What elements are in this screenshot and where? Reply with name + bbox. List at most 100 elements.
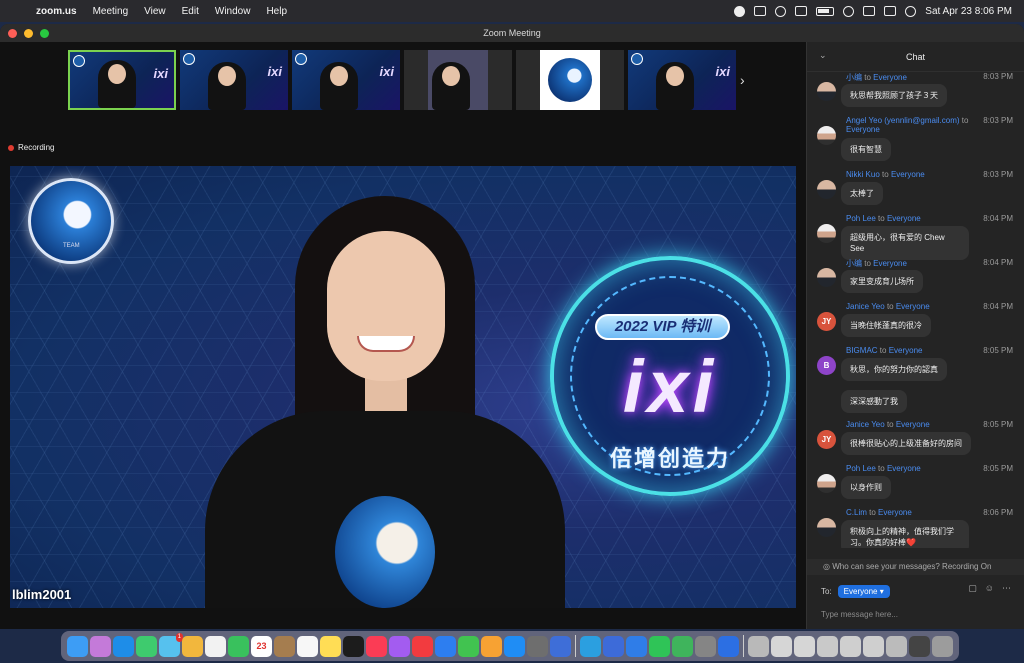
avatar[interactable] xyxy=(817,126,836,145)
dock-app-icon[interactable] xyxy=(626,635,647,657)
dock-app-icon[interactable] xyxy=(228,635,249,657)
menu-edit[interactable]: Edit xyxy=(174,6,207,17)
dock-app-icon[interactable] xyxy=(412,635,433,657)
dock-app-icon[interactable] xyxy=(205,635,226,657)
menu-view[interactable]: View xyxy=(136,6,174,17)
siri-icon[interactable] xyxy=(905,5,917,17)
sender-name[interactable]: C.Lim xyxy=(846,508,867,517)
avatar[interactable] xyxy=(817,224,836,243)
dock-app-icon[interactable] xyxy=(389,635,410,657)
search-icon[interactable] xyxy=(863,6,876,16)
tooltip-status-icon[interactable] xyxy=(775,5,787,17)
dock-app-icon[interactable] xyxy=(458,635,479,657)
message-bubble[interactable]: 太棒了 xyxy=(841,182,883,205)
participant-thumbnail[interactable]: ixi xyxy=(628,50,736,110)
avatar[interactable]: B xyxy=(817,356,836,375)
sender-name[interactable]: Janice Yeo xyxy=(846,302,885,311)
dock-app-icon[interactable] xyxy=(550,635,571,657)
menu-help[interactable]: Help xyxy=(258,6,295,17)
file-icon[interactable]: ▢ xyxy=(968,583,977,594)
zoom-status-icon[interactable] xyxy=(754,6,767,16)
dock-app-icon[interactable] xyxy=(886,635,907,657)
dock-app-icon[interactable] xyxy=(182,635,203,657)
dock-app-icon[interactable] xyxy=(649,635,670,657)
dock-app-icon[interactable] xyxy=(67,635,88,657)
keyboard-icon[interactable] xyxy=(795,6,808,16)
chevron-right-icon[interactable]: › xyxy=(740,72,745,88)
dock-app-icon[interactable] xyxy=(274,635,295,657)
chat-visibility-notice[interactable]: ◎ Who can see your messages? Recording O… xyxy=(807,559,1024,575)
dock-app-icon[interactable] xyxy=(840,635,861,657)
message-bubble[interactable]: 秋思，你的努力你的認真 xyxy=(841,358,947,381)
avatar[interactable] xyxy=(817,474,836,493)
dock-app-icon[interactable] xyxy=(504,635,525,657)
dock-app-icon[interactable] xyxy=(297,635,318,657)
participant-thumbnail[interactable]: ixi xyxy=(180,50,288,110)
dock-app-icon[interactable] xyxy=(794,635,815,657)
menu-app-name[interactable]: zoom.us xyxy=(28,6,85,17)
emoji-icon[interactable]: ☺ xyxy=(985,583,994,594)
message-bubble[interactable]: 积极向上的精神，值得我们学习。你真的好棒❤️ xyxy=(841,520,969,548)
dock-app-icon[interactable] xyxy=(435,635,456,657)
avatar[interactable]: JY xyxy=(817,430,836,449)
dock-app-icon[interactable] xyxy=(771,635,792,657)
chat-message-input[interactable] xyxy=(821,607,1011,621)
active-speaker-video[interactable]: TEAM 2022 VIP 特训 ixi 倍增创造力 lblim2001 xyxy=(10,166,796,608)
dock-app-icon[interactable] xyxy=(366,635,387,657)
message-bubble[interactable]: 深深感動了我 xyxy=(841,390,907,413)
wifi-icon[interactable] xyxy=(843,5,855,17)
dock-app-icon[interactable] xyxy=(817,635,838,657)
avatar[interactable]: JY xyxy=(817,312,836,331)
message-bubble[interactable]: 家里变成育儿场所 xyxy=(841,270,923,293)
sender-name[interactable]: 小编 xyxy=(846,259,862,268)
dock-app-icon[interactable] xyxy=(481,635,502,657)
dock-app-icon[interactable]: 1 xyxy=(159,632,183,657)
participant-thumbnail[interactable]: ixi xyxy=(68,50,176,110)
sender-name[interactable]: Poh Lee xyxy=(846,464,876,473)
more-icon[interactable]: ⋯ xyxy=(1002,583,1011,594)
menu-meeting[interactable]: Meeting xyxy=(85,6,137,17)
dock-app-icon[interactable] xyxy=(909,635,930,657)
avatar[interactable] xyxy=(817,518,836,537)
dock-app-icon[interactable] xyxy=(90,635,111,657)
dock-app-icon[interactable] xyxy=(113,635,134,657)
message-bubble[interactable]: 超级用心，很有爱的 Chew See xyxy=(841,226,969,260)
dock-app-icon[interactable] xyxy=(603,635,624,657)
participant-thumbnail[interactable] xyxy=(516,50,624,110)
sender-name[interactable]: Angel Yeo (yennlin@gmail.com) xyxy=(846,116,960,125)
dock-app-icon[interactable] xyxy=(932,635,953,657)
chat-message-list[interactable]: 小编 to Everyone 8:03 PM 秋思帮我照顾了孩子３天 Angel Ye… xyxy=(807,72,1024,548)
chevron-down-icon[interactable]: ⌄ xyxy=(819,50,827,61)
sender-name[interactable]: Nikki Kuo xyxy=(846,170,880,179)
avatar[interactable] xyxy=(817,82,836,101)
record-status-icon[interactable] xyxy=(734,5,746,17)
dock-app-icon[interactable] xyxy=(343,635,364,657)
calendar-icon[interactable]: 23 xyxy=(251,635,272,657)
sender-name[interactable]: Poh Lee xyxy=(846,214,876,223)
sender-name[interactable]: Janice Yeo xyxy=(846,420,885,429)
avatar[interactable] xyxy=(817,180,836,199)
participant-thumbnail[interactable] xyxy=(404,50,512,110)
battery-icon[interactable] xyxy=(816,6,835,16)
participant-thumbnail[interactable]: ixi xyxy=(292,50,400,110)
sender-name[interactable]: BIGMAC xyxy=(846,346,878,355)
sender-name[interactable]: 小编 xyxy=(846,73,862,82)
recording-indicator[interactable]: Recording xyxy=(8,143,54,152)
dock-app-icon[interactable] xyxy=(136,635,157,657)
menu-window[interactable]: Window xyxy=(207,6,259,17)
recipient-dropdown[interactable]: Everyone ▾ xyxy=(837,585,890,598)
dock-app-icon[interactable] xyxy=(718,635,739,657)
message-bubble[interactable]: 很有智慧 xyxy=(841,138,891,161)
dock-app-icon[interactable] xyxy=(863,635,884,657)
message-bubble[interactable]: 秋思帮我照顾了孩子３天 xyxy=(841,84,947,107)
message-bubble[interactable]: 当晚住帐蓬真的很冷 xyxy=(841,314,931,337)
clock[interactable]: Sat Apr 23 8:06 PM xyxy=(925,6,1012,17)
dock-app-icon[interactable] xyxy=(748,635,769,657)
dock-app-icon[interactable] xyxy=(695,635,716,657)
dock-app-icon[interactable] xyxy=(672,635,693,657)
control-center-icon[interactable] xyxy=(884,6,897,16)
dock-app-icon[interactable] xyxy=(580,635,601,657)
avatar[interactable] xyxy=(817,268,836,287)
dock-app-icon[interactable] xyxy=(320,635,341,657)
message-bubble[interactable]: 很棒很贴心的上级准备好的房间 xyxy=(841,432,971,455)
